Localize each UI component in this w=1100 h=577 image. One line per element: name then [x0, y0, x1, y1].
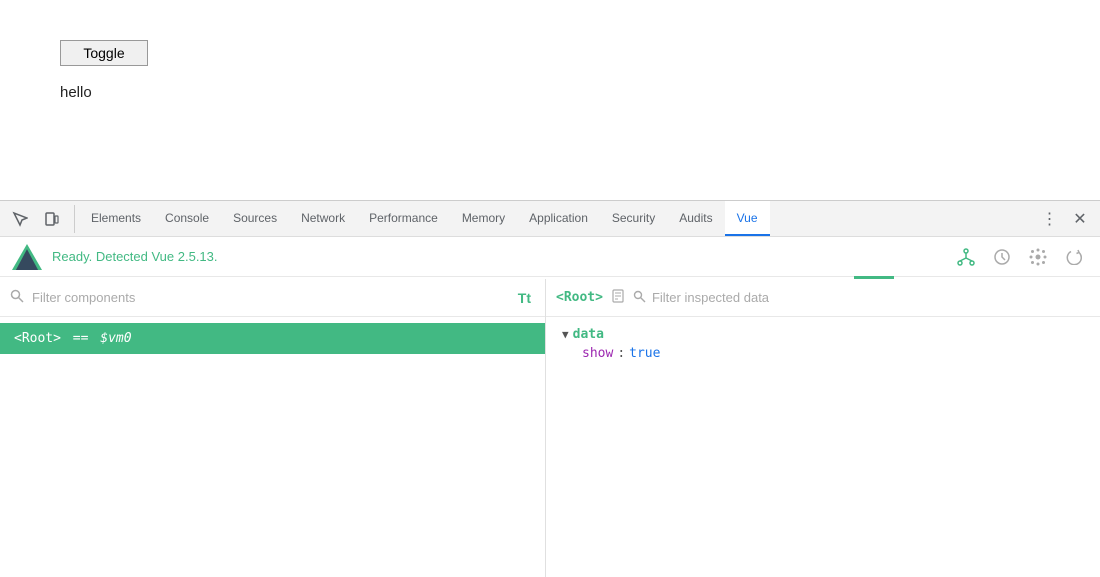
toolbar-icons — [6, 205, 75, 233]
device-toolbar-button[interactable] — [38, 205, 66, 233]
toggle-button[interactable]: Toggle — [60, 40, 148, 66]
vuex-history-button[interactable] — [988, 243, 1016, 271]
expand-icon: ▼ — [562, 328, 569, 341]
tab-elements[interactable]: Elements — [79, 201, 153, 236]
devtools-toolbar: Elements Console Sources Network Perform… — [0, 201, 1100, 237]
component-equals: == — [65, 331, 96, 346]
inspector-search-icon — [633, 290, 646, 306]
filter-components-input[interactable] — [32, 290, 506, 305]
inspect-filter-bar — [633, 290, 1090, 306]
tab-audits[interactable]: Audits — [667, 201, 724, 236]
tab-vue[interactable]: Vue — [725, 201, 770, 236]
more-tools-button[interactable]: ⋮ — [1036, 205, 1064, 233]
toolbar-right: ⋮ ✕ — [1036, 205, 1094, 233]
tab-application[interactable]: Application — [517, 201, 600, 236]
data-colon: : — [617, 346, 625, 361]
active-indicator — [854, 276, 894, 279]
vue-main-panels: Tt <Root> == $vm0 <Root> — [0, 279, 1100, 577]
tab-memory[interactable]: Memory — [450, 201, 517, 236]
vue-header-actions — [952, 243, 1088, 271]
vue-header: Ready. Detected Vue 2.5.13. — [0, 237, 1100, 277]
vue-panel: Ready. Detected Vue 2.5.13. — [0, 237, 1100, 577]
tab-security[interactable]: Security — [600, 201, 667, 236]
tab-console[interactable]: Console — [153, 201, 221, 236]
devtools-panel: Elements Console Sources Network Perform… — [0, 200, 1100, 577]
component-list: <Root> == $vm0 — [0, 317, 545, 577]
devtools-tabs: Elements Console Sources Network Perform… — [79, 201, 1036, 236]
filter-inspected-data-input[interactable] — [652, 290, 1090, 305]
tab-sources[interactable]: Sources — [221, 201, 289, 236]
component-tag: <Root> — [14, 331, 61, 346]
hello-text: hello — [60, 84, 1040, 101]
search-icon — [10, 289, 24, 306]
vue-status-text: Ready. Detected Vue 2.5.13. — [52, 249, 218, 264]
data-inspector-panel: <Root> — [546, 279, 1100, 577]
inspect-document-icon[interactable] — [611, 289, 625, 306]
data-value-show: true — [629, 346, 660, 361]
data-section: ▼ data show : true — [562, 327, 1084, 361]
root-component-item[interactable]: <Root> == $vm0 — [0, 323, 545, 354]
data-key-show: show — [582, 346, 613, 361]
component-tree-panel: Tt <Root> == $vm0 — [0, 279, 546, 577]
inspect-element-button[interactable] — [6, 205, 34, 233]
page-content: Toggle hello — [0, 0, 1100, 200]
component-vm: $vm0 — [100, 331, 131, 346]
vue-logo — [12, 242, 42, 272]
vuex-mutations-button[interactable] — [1024, 243, 1052, 271]
component-tree-button[interactable] — [952, 243, 980, 271]
component-filter-bar: Tt — [0, 279, 545, 317]
tab-network[interactable]: Network — [289, 201, 357, 236]
inspector-root-tag: <Root> — [556, 290, 603, 305]
data-section-label: data — [573, 327, 604, 342]
data-section-header[interactable]: ▼ data — [562, 327, 1084, 342]
data-row-show: show : true — [562, 346, 1084, 361]
close-devtools-button[interactable]: ✕ — [1066, 205, 1094, 233]
filter-case-sensitive-button[interactable]: Tt — [514, 288, 535, 308]
inspector-header: <Root> — [546, 279, 1100, 317]
tab-performance[interactable]: Performance — [357, 201, 450, 236]
refresh-button[interactable] — [1060, 243, 1088, 271]
data-tree: ▼ data show : true — [546, 317, 1100, 375]
